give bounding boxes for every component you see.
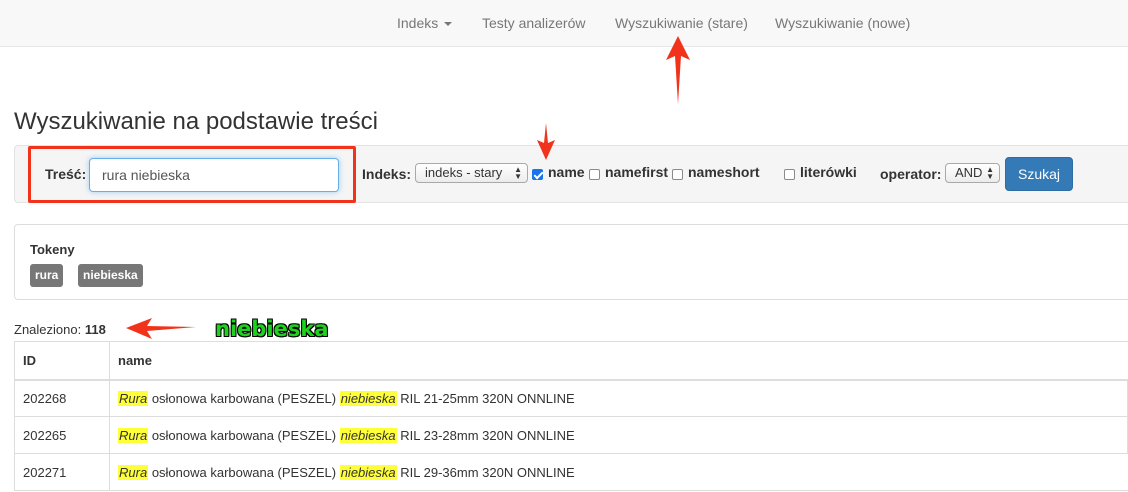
nav-item-testy-analizerow[interactable]: Testy analizerów [482, 15, 586, 31]
cell-name: Rura osłonowa karbowana (PESZEL) niebies… [109, 379, 1128, 417]
cell-id: 202268 [14, 379, 110, 417]
cell-name-text: RIL 29-36mm 320N ONNLINE [400, 464, 575, 480]
search-button[interactable]: Szukaj [1005, 157, 1073, 191]
nav-item-wyszukiwanie-stare[interactable]: Wyszukiwanie (stare) [615, 15, 748, 31]
select-arrows-icon: ▲ ▼ [514, 165, 522, 181]
annotation-word: niebieska [215, 317, 329, 341]
cell-name: Rura osłonowa karbowana (PESZEL) niebies… [109, 453, 1128, 491]
table-row: 202268 Rura osłonowa karbowana (PESZEL) … [14, 379, 1128, 417]
checkbox-literowki[interactable] [784, 169, 795, 180]
table-header-row: ID name [14, 341, 1128, 381]
index-select-value: indeks - stary [425, 165, 503, 180]
cell-id: 202265 [14, 416, 110, 454]
table-row: 202271 Rura osłonowa karbowana (PESZEL) … [14, 453, 1128, 491]
column-header-name: name [109, 341, 1128, 381]
cell-name: Rura osłonowa karbowana (PESZEL) niebies… [109, 416, 1128, 454]
nav-item-indeks[interactable]: Indeks [397, 15, 453, 31]
operator-select-value: AND [955, 165, 983, 180]
select-arrows-icon: ▲ ▼ [986, 165, 994, 181]
field-label-nameshort: nameshort [688, 164, 760, 180]
checkbox-namefirst[interactable] [589, 169, 600, 180]
results-count-label: Znaleziono: [14, 322, 82, 337]
field-label-literowki: literówki [800, 164, 857, 180]
tokens-title: Tokeny [30, 242, 75, 257]
operator-label: operator: [880, 166, 942, 182]
token-badge: niebieska [78, 264, 143, 287]
cell-id: 202271 [14, 453, 110, 491]
annotation-arrow-up-icon [666, 36, 690, 104]
nav-item-wyszukiwanie-nowe[interactable]: Wyszukiwanie (nowe) [775, 15, 910, 31]
page-title: Wyszukiwanie na podstawie treści [14, 108, 378, 135]
column-header-id: ID [14, 341, 110, 381]
results-table: ID name 202268 Rura osłonowa karbowana (… [14, 341, 1128, 491]
checkbox-name[interactable] [532, 169, 543, 180]
caret-down-icon [444, 22, 453, 27]
results-count: Znaleziono: 118 [14, 322, 106, 337]
cell-name-text: osłonowa karbowana (PESZEL) [151, 427, 337, 443]
annotation-arrow-down-icon [537, 123, 555, 160]
tokens-panel [14, 224, 1128, 300]
index-label: Indeks: [362, 166, 412, 182]
highlight-term: Rura [118, 390, 149, 406]
cell-name-text: osłonowa karbowana (PESZEL) [151, 464, 337, 480]
top-navbar: Indeks Testy analizerów Wyszukiwanie (st… [0, 0, 1128, 47]
results-count-value: 118 [84, 322, 106, 337]
nav-item-label: Indeks [397, 15, 439, 31]
cell-name-text: RIL 23-28mm 320N ONNLINE [400, 427, 575, 443]
highlight-term: niebieska [339, 464, 397, 480]
operator-select[interactable]: AND ▲ ▼ [945, 163, 1000, 183]
field-label-namefirst: namefirst [605, 164, 669, 180]
cell-name-text: RIL 21-25mm 320N ONNLINE [400, 390, 575, 406]
index-select[interactable]: indeks - stary ▲ ▼ [415, 163, 528, 183]
highlight-term: Rura [118, 464, 149, 480]
highlight-term: Rura [118, 427, 149, 443]
cell-name-text: osłonowa karbowana (PESZEL) [151, 390, 337, 406]
annotation-arrow-left-icon [126, 318, 196, 339]
checkbox-nameshort[interactable] [672, 169, 683, 180]
token-badge: rura [30, 264, 64, 287]
annotation-highlight-box [28, 146, 356, 203]
table-row: 202265 Rura osłonowa karbowana (PESZEL) … [14, 416, 1128, 454]
field-label-name: name [548, 164, 585, 180]
highlight-term: niebieska [339, 427, 397, 443]
highlight-term: niebieska [339, 390, 397, 406]
